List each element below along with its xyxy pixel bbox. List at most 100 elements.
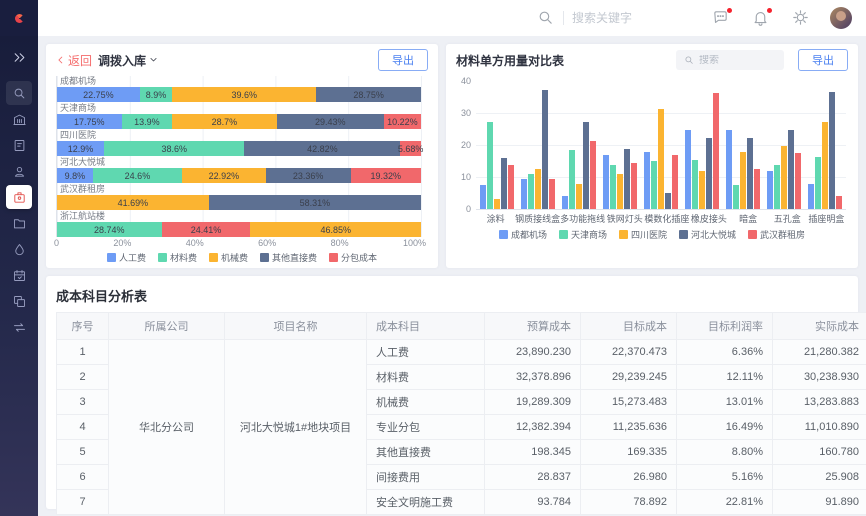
bar [795,153,801,209]
bar-segment: 17.75% [57,114,122,129]
left-panel-title[interactable]: 调拨入库 [98,52,158,69]
bar-group [764,82,805,209]
bar [631,163,637,209]
legend-item[interactable]: 其他直接费 [260,251,317,264]
legend-swatch [260,253,269,262]
bar [808,184,814,209]
bar-segment: 29.43% [277,114,384,129]
legend-item[interactable]: 分包成本 [329,251,377,264]
bar [494,199,500,209]
sidebar-item-user[interactable] [6,159,32,183]
legend-item[interactable]: 人工费 [107,251,146,264]
cell-actual: 30,238.930 [773,365,866,390]
app-logo[interactable] [0,0,38,36]
logo-icon [15,14,24,23]
x-axis-labels: 涂料钢质接线盒多功能拖线铁网灯头模数化插座橡皮接头暗盒五孔盒插座明盒 [476,212,846,225]
sidebar-item-building[interactable] [6,107,32,131]
x-axis-ticks: 020%40%60%80%100% [54,238,426,248]
stacked-bar: 9.8%24.6%22.92%23.36%19.32% [57,168,421,183]
axis-tick-label: 100% [403,238,426,248]
cell-actual: 25.908 [773,465,866,490]
cell-target: 78.892 [581,490,677,515]
bar-group [805,82,846,209]
sidebar-item-search[interactable] [6,81,32,105]
bar [562,196,568,209]
export-button-right[interactable]: 导出 [798,49,848,71]
left-chart-legend: 人工费材料费机械费其他直接费分包成本 [46,251,438,264]
y-axis-tick-label: 0 [466,204,471,214]
bar-category-label: 四川医院 [57,130,421,141]
topbar-actions [537,7,866,29]
legend-item[interactable]: 材料费 [158,251,197,264]
legend-item[interactable]: 天津商场 [559,228,607,241]
bar-segment: 9.8% [57,168,93,183]
gear-icon[interactable] [792,9,810,27]
sidebar-item-transfer[interactable] [6,315,32,339]
column-header: 预算成本 [485,313,581,340]
panel-search-input[interactable] [699,55,769,66]
cell-margin: 12.11% [677,365,773,390]
bar-segment: 10.22% [384,114,421,129]
bar-segment: 12.9% [57,141,104,156]
cell-budget: 93.784 [485,490,581,515]
y-axis-tick-label: 20 [461,140,471,150]
axis-tick-label: 80% [331,238,349,248]
cell-actual: 21,280.382 [773,340,866,365]
bar [781,146,787,210]
sidebar-item-briefcase-active[interactable] [6,185,32,209]
grouped-bar-chart [476,82,846,210]
chat-icon[interactable] [712,9,730,27]
legend-item[interactable]: 机械费 [209,251,248,264]
cell-margin: 8.80% [677,440,773,465]
bar [549,179,555,209]
sidebar-collapse-icon[interactable] [6,45,32,69]
sidebar-item-folder[interactable] [6,211,32,235]
bar-segment: 13.9% [122,114,173,129]
bar [672,155,678,209]
legend-label: 武汉群租房 [760,228,805,241]
bar [603,155,609,209]
bar-segment: 19.32% [351,168,421,183]
cell-budget: 28.837 [485,465,581,490]
legend-item[interactable]: 成都机场 [499,228,547,241]
cost-analysis-table: 序号所属公司项目名称成本科目预算成本目标成本目标利润率实际成本 1华北分公司河北… [56,312,866,515]
table-title: 成本科目分析表 [56,280,848,312]
bar [624,149,630,209]
sidebar-item-droplet[interactable] [6,237,32,261]
bar [487,122,493,209]
cell-no: 4 [57,415,109,440]
search-input[interactable] [572,11,690,25]
back-button[interactable]: 返回 [56,52,92,69]
legend-label: 河北大悦城 [691,228,736,241]
export-button-left[interactable]: 导出 [378,49,428,71]
cell-actual: 11,010.890 [773,415,866,440]
category-label: 插座明盒 [807,212,846,225]
sidebar-item-calendar[interactable] [6,263,32,287]
bar-group [558,82,599,209]
bar [658,109,664,209]
global-search[interactable] [537,9,690,27]
legend-swatch [748,230,757,239]
bell-icon[interactable] [752,9,770,27]
panel-search-box[interactable] [676,50,784,70]
cell-no: 6 [57,465,109,490]
cell-subject: 机械费 [367,390,485,415]
sidebar-item-document[interactable] [6,133,32,157]
bar [774,165,780,209]
cost-subject-analysis-panel: 成本科目分析表 序号所属公司项目名称成本科目预算成本目标成本目标利润率实际成本 … [46,276,858,509]
bar-category-label: 浙江航站楼 [57,211,421,222]
bar [542,90,548,209]
cell-budget: 12,382.394 [485,415,581,440]
legend-item[interactable]: 武汉群租房 [748,228,805,241]
legend-item[interactable]: 四川医院 [619,228,667,241]
column-header: 目标成本 [581,313,677,340]
bar [836,196,842,209]
user-avatar[interactable] [830,7,852,29]
cell-no: 3 [57,390,109,415]
legend-item[interactable]: 河北大悦城 [679,228,736,241]
cell-actual: 13,283.883 [773,390,866,415]
bar [528,174,534,209]
search-icon [537,9,555,27]
cell-margin: 13.01% [677,390,773,415]
sidebar-item-copy[interactable] [6,289,32,313]
